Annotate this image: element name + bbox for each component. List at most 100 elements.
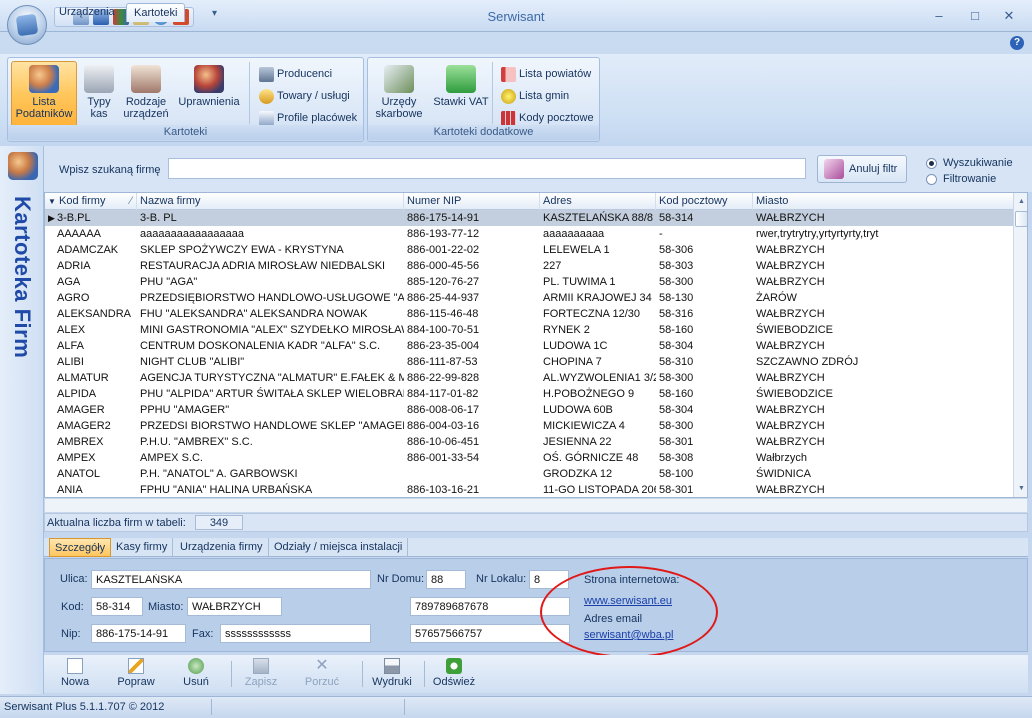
- cell-adres: OŚ. GÓRNICZE 48: [540, 450, 656, 466]
- kod-field[interactable]: [91, 597, 143, 616]
- save-button[interactable]: Zapisz: [237, 657, 285, 691]
- application-menu-button[interactable]: [7, 5, 47, 45]
- cell-kod-firmy: ALMATUR: [45, 370, 137, 386]
- tab-kartoteki[interactable]: Kartoteki: [126, 3, 186, 22]
- column-header-numer-nip[interactable]: Numer NIP: [404, 193, 540, 210]
- cash-register-icon: [84, 65, 114, 93]
- column-header-kod-firmy[interactable]: ▼ Kod firmy ⁄: [45, 193, 137, 210]
- table-row[interactable]: AGA PHU "AGA" 885-120-76-27 PL. TUWIMA 1 58-…: [45, 274, 1013, 290]
- maximize-button[interactable]: □: [964, 7, 986, 25]
- cell-text: WAŁBRZYCH: [756, 244, 825, 256]
- tab-szczegoly[interactable]: Szczegóły: [49, 538, 112, 557]
- table-row[interactable]: ALMATUR AGENCJA TURYSTYCZNA "ALMATUR" E.F…: [45, 370, 1013, 386]
- edit-button[interactable]: Popraw: [112, 657, 160, 691]
- tab-kasy-firmy[interactable]: Kasy firmy: [111, 538, 174, 557]
- cell-miasto: Wałbrzych: [753, 450, 1013, 466]
- fax-field[interactable]: [220, 624, 371, 643]
- cell-text: AL.WYZWOLENIA1 3/2: [543, 372, 656, 384]
- search-input[interactable]: [168, 158, 806, 179]
- minimize-button[interactable]: –: [928, 7, 950, 25]
- ribbon: Lista Podatników Typy kas Rodzaje urządz…: [0, 54, 1032, 146]
- lista-powiatow-button[interactable]: Lista powiatów: [501, 65, 591, 83]
- cell-kod-firmy: AMAGER: [45, 402, 137, 418]
- highlight-circle: [540, 566, 718, 658]
- cell-text: ARMII KRAJOWEJ 34: [543, 292, 652, 304]
- table-row[interactable]: ALIBI NIGHT CLUB "ALIBI" 886-111-87-53 CHOP…: [45, 354, 1013, 370]
- ulica-field[interactable]: [91, 570, 371, 589]
- table-row-selected[interactable]: ▶ 3-B.PL 3-B. PL 886-175-14-91 KASZTELAŃSKA …: [45, 210, 1013, 226]
- cell-numer-nip: 886-115-46-48: [404, 306, 540, 322]
- column-header-nazwa-firmy[interactable]: Nazwa firmy: [137, 193, 404, 210]
- group-divider: [249, 62, 250, 124]
- rodzaje-urzadzen-button[interactable]: Rodzaje urządzeń: [120, 61, 172, 127]
- scroll-down-icon[interactable]: ▼: [1015, 482, 1027, 495]
- table-row[interactable]: ALEKSANDRA FHU "ALEKSANDRA" ALEKSANDRA NO…: [45, 306, 1013, 322]
- table-row[interactable]: ALFA CENTRUM DOSKONALENIA KADR "ALFA" S.C…: [45, 338, 1013, 354]
- count-value: 349: [195, 515, 243, 530]
- vertical-scrollbar[interactable]: ▲ ▼: [1013, 193, 1027, 497]
- table-row[interactable]: ALPIDA PHU "ALPIDA" ARTUR ŚWITAŁA SKLEP W…: [45, 386, 1013, 402]
- cell-text: AGA: [57, 276, 81, 288]
- urzedy-skarbowe-button[interactable]: Urzędy skarbowe: [372, 61, 426, 127]
- table-row[interactable]: AMAGER PPHU "AMAGER" 886-008-06-17 LUDOWA 6…: [45, 402, 1013, 418]
- tab-odzialy[interactable]: Odziały / miejsca instalacji: [269, 538, 409, 557]
- table-row[interactable]: ALEX MINI GASTRONOMIA "ALEX" SZYDEŁKO MIR…: [45, 322, 1013, 338]
- miasto-label: Miasto:: [148, 601, 184, 613]
- new-button[interactable]: Nowa: [51, 657, 99, 691]
- current-row-arrow-icon: ▶: [48, 213, 55, 223]
- cell-text: CENTRUM DOSKONALENIA KADR "ALFA" S.C.: [140, 340, 381, 352]
- discard-button[interactable]: ✕ Porzuć: [298, 657, 346, 691]
- table-row[interactable]: ANATOL P.H. "ANATOL" A. GARBOWSKI GRODZKA …: [45, 466, 1013, 482]
- tab-urzadzenia-firmy[interactable]: Urządzenia firmy: [175, 538, 269, 557]
- help-icon[interactable]: ?: [1010, 36, 1024, 50]
- g-letter-icon: [501, 88, 516, 104]
- table-row[interactable]: ANIA FPHU "ANIA" HALINA URBAŃSKA 886-103-1…: [45, 482, 1013, 497]
- stawki-vat-button[interactable]: Stawki VAT: [432, 61, 490, 127]
- close-button[interactable]: ✕: [998, 7, 1020, 25]
- cell-kod-pocztowy: 58-308: [656, 450, 753, 466]
- cell-text: aaaaaaaaaa: [543, 228, 605, 240]
- tab-urzadzenia[interactable]: Urządzenia: [52, 3, 122, 22]
- cell-text: 11-GO LISTOPADA 206: [543, 484, 656, 496]
- lista-gmin-button[interactable]: Lista gmin: [501, 87, 569, 105]
- miasto-field[interactable]: [187, 597, 282, 616]
- table-row[interactable]: AGRO PRZEDSIĘBIORSTWO HANDLOWO-USŁUGOWE "…: [45, 290, 1013, 306]
- cell-numer-nip: 885-120-76-27: [404, 274, 540, 290]
- clear-filter-button[interactable]: Anuluj filtr: [817, 155, 907, 183]
- cell-nazwa-firmy: CENTRUM DOSKONALENIA KADR "ALFA" S.C.: [137, 338, 404, 354]
- table-row[interactable]: AMAGER2 PRZEDSI BIORSTWO HANDLOWE SKLEP "…: [45, 418, 1013, 434]
- magic-wand-icon: [824, 159, 844, 179]
- nip-label: Nip:: [61, 628, 81, 640]
- mode-search-radio[interactable]: Wyszukiwanie: [926, 157, 1013, 169]
- mode-filter-radio[interactable]: Filtrowanie: [926, 173, 996, 185]
- scroll-thumb[interactable]: [1015, 211, 1027, 227]
- cell-text: PRZEDSIĘBIORSTWO HANDLOWO-USŁUGOWE "AGRO: [140, 292, 404, 304]
- table-row[interactable]: AMPEX AMPEX S.C. 886-001-33-54 OŚ. GÓRNICZE…: [45, 450, 1013, 466]
- column-label: Miasto: [756, 195, 789, 207]
- uprawnienia-button[interactable]: Uprawnienia: [174, 61, 244, 127]
- nr-domu-field[interactable]: [426, 570, 466, 589]
- column-header-miasto[interactable]: Miasto: [753, 193, 1013, 210]
- table-row[interactable]: AMBREX P.H.U. "AMBREX" S.C. 886-10-06-451 J…: [45, 434, 1013, 450]
- horizontal-scrollbar[interactable]: [44, 498, 1028, 513]
- postal-grid-icon: [501, 110, 516, 126]
- table-row[interactable]: ADAMCZAK SKLEP SPOŻYWCZY EWA - KRYSTYNA 88…: [45, 242, 1013, 258]
- column-header-adres[interactable]: Adres: [540, 193, 656, 210]
- cell-numer-nip: 884-100-70-51: [404, 322, 540, 338]
- nip-field[interactable]: [91, 624, 186, 643]
- typy-kas-button[interactable]: Typy kas: [80, 61, 118, 127]
- producenci-button[interactable]: Producenci: [259, 65, 332, 83]
- lista-podatnikow-button[interactable]: Lista Podatników: [11, 61, 77, 127]
- delete-button[interactable]: Usuń: [172, 657, 220, 691]
- cell-text: ALEKSANDRA: [57, 308, 131, 320]
- refresh-button[interactable]: Odśwież: [428, 657, 480, 691]
- table-row[interactable]: AAAAAA aaaaaaaaaaaaaaaaa 886-193-77-12 aaaa…: [45, 226, 1013, 242]
- cell-text: 227: [543, 260, 562, 272]
- scroll-up-icon[interactable]: ▲: [1015, 195, 1027, 208]
- cell-kod-pocztowy: 58-316: [656, 306, 753, 322]
- table-row[interactable]: ADRIA RESTAURACJA ADRIA MIROSŁAW NIEDBALS…: [45, 258, 1013, 274]
- print-button[interactable]: Wydruki: [364, 657, 420, 691]
- towary-uslugi-button[interactable]: Towary / usługi: [259, 87, 350, 105]
- cell-numer-nip: 886-22-99-828: [404, 370, 540, 386]
- column-header-kod-pocztowy[interactable]: Kod pocztowy: [656, 193, 753, 210]
